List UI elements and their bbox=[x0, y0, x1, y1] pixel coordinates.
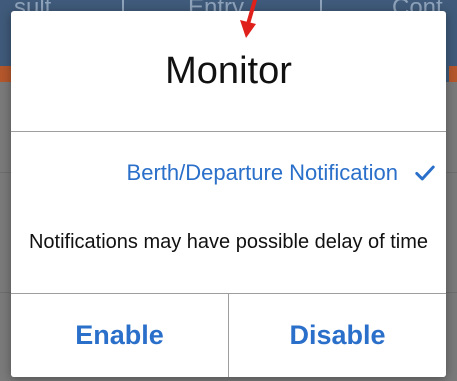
title-divider bbox=[11, 131, 446, 132]
disable-button[interactable]: Disable bbox=[229, 294, 446, 377]
delay-notice: Notifications may have possible delay of… bbox=[28, 231, 429, 253]
background-accent bbox=[449, 66, 457, 82]
annotation-arrow-icon bbox=[236, 0, 260, 40]
option-label: Berth/Departure Notification bbox=[126, 160, 398, 185]
monitor-dialog: Monitor Berth/Departure Notification Not… bbox=[11, 11, 446, 377]
check-icon bbox=[414, 162, 436, 184]
dialog-title: Monitor bbox=[165, 49, 292, 92]
enable-button[interactable]: Enable bbox=[11, 294, 228, 377]
berth-departure-notification-option[interactable]: Berth/Departure Notification bbox=[11, 151, 446, 195]
